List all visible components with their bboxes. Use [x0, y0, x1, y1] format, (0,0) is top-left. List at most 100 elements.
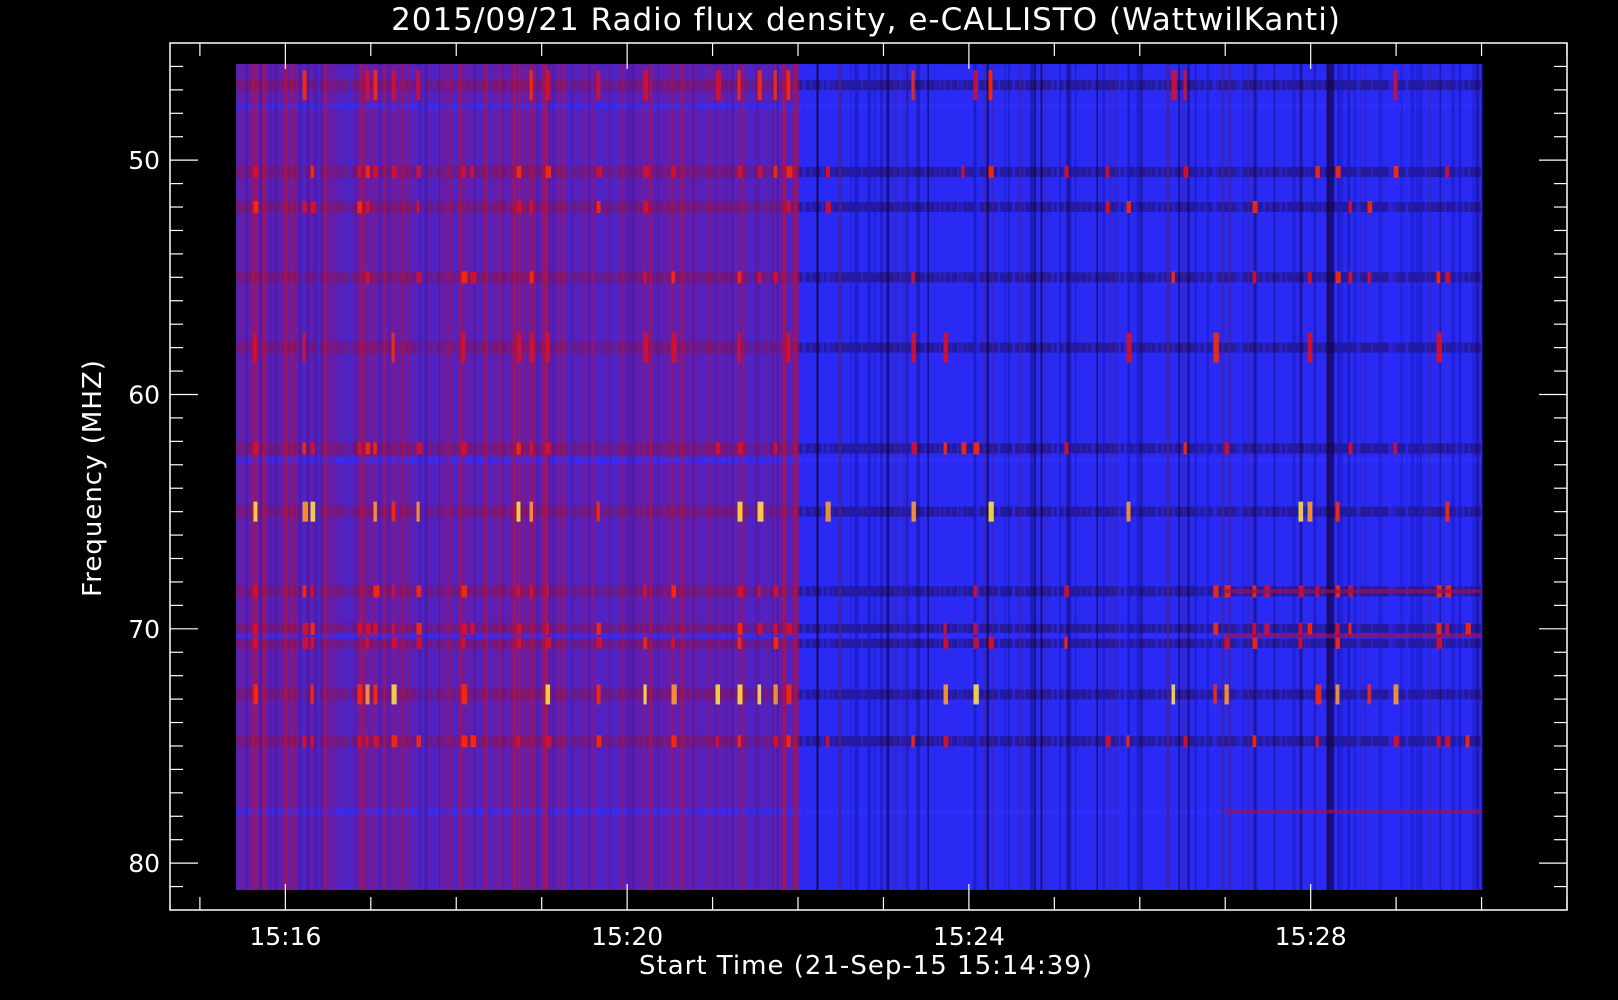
burst: [1171, 271, 1175, 284]
burst: [1213, 622, 1219, 635]
streak: [1256, 64, 1259, 890]
streak: [1391, 64, 1395, 890]
burst: [671, 271, 676, 284]
streak: [1439, 64, 1442, 890]
burst: [357, 735, 362, 748]
streak: [484, 64, 488, 890]
burst: [302, 201, 308, 214]
feature-line: [1225, 633, 1482, 638]
streak: [1019, 64, 1022, 890]
burst: [1224, 442, 1229, 455]
burst: [773, 735, 779, 748]
streak: [236, 64, 237, 890]
streak: [588, 64, 591, 890]
streak: [1096, 64, 1098, 890]
streak: [1434, 64, 1436, 890]
streak: [446, 64, 449, 890]
streak: [354, 64, 357, 890]
streak: [1203, 64, 1208, 890]
burst: [1213, 585, 1219, 598]
burst: [1315, 735, 1320, 748]
burst: [365, 165, 370, 178]
burst: [596, 735, 602, 748]
burst: [825, 735, 830, 748]
burst: [1252, 622, 1257, 635]
burst: [416, 70, 421, 101]
streak: [976, 64, 980, 890]
streak: [498, 64, 502, 890]
streak: [518, 64, 521, 890]
burst: [545, 332, 550, 363]
burst: [1445, 165, 1450, 178]
streak: [1400, 64, 1403, 890]
streak: [1166, 64, 1170, 890]
burst: [757, 501, 764, 522]
burst: [545, 70, 551, 101]
burst: [757, 165, 763, 178]
burst: [671, 684, 677, 705]
streak: [1371, 64, 1374, 890]
burst: [671, 332, 677, 363]
streak: [313, 64, 318, 890]
burst: [1315, 165, 1320, 178]
burst: [310, 735, 314, 748]
burst: [391, 684, 397, 705]
burst: [373, 585, 380, 598]
streak: [1127, 64, 1130, 890]
burst: [1171, 684, 1176, 705]
streak: [1150, 64, 1152, 890]
burst: [516, 332, 522, 363]
burst: [715, 70, 722, 101]
streak: [493, 64, 495, 890]
streak: [454, 64, 458, 890]
burst: [1393, 735, 1400, 748]
burst: [1105, 165, 1110, 178]
streak: [1262, 64, 1266, 890]
burst: [416, 636, 422, 649]
burst: [737, 332, 741, 363]
burst: [737, 70, 741, 101]
streak: [873, 64, 877, 890]
streak: [1458, 64, 1462, 890]
burst: [365, 684, 370, 705]
burst: [1183, 70, 1187, 101]
chart-title: 2015/09/21 Radio flux density, e-CALLIST…: [391, 2, 1341, 38]
burst: [1436, 735, 1441, 748]
streak: [1118, 64, 1121, 890]
streak: [1109, 64, 1113, 890]
streak: [545, 64, 549, 890]
burst: [988, 70, 993, 101]
streak: [1419, 64, 1423, 890]
burst: [365, 201, 370, 214]
streak: [861, 64, 863, 890]
streak: [1123, 64, 1128, 890]
streak: [910, 64, 913, 890]
streak: [923, 64, 927, 890]
streak: [1353, 64, 1357, 890]
burst: [470, 271, 477, 284]
burst: [529, 70, 533, 101]
streak: [391, 64, 394, 890]
burst: [943, 332, 949, 363]
burst: [1126, 735, 1130, 748]
burst: [1348, 442, 1353, 455]
burst: [988, 165, 994, 178]
burst: [1298, 636, 1303, 649]
streak: [571, 64, 574, 890]
burst: [545, 636, 552, 649]
burst: [715, 735, 719, 748]
streak: [280, 64, 283, 890]
burst: [671, 165, 677, 178]
burst: [365, 271, 370, 284]
streak: [378, 64, 382, 890]
streak: [950, 64, 953, 890]
burst: [961, 165, 965, 178]
burst: [357, 684, 363, 705]
burst: [757, 585, 761, 598]
streak: [992, 64, 994, 890]
y-tick-label: 80: [128, 849, 160, 878]
burst: [988, 636, 995, 649]
burst: [357, 442, 362, 455]
burst: [516, 165, 522, 178]
streak: [867, 64, 871, 890]
